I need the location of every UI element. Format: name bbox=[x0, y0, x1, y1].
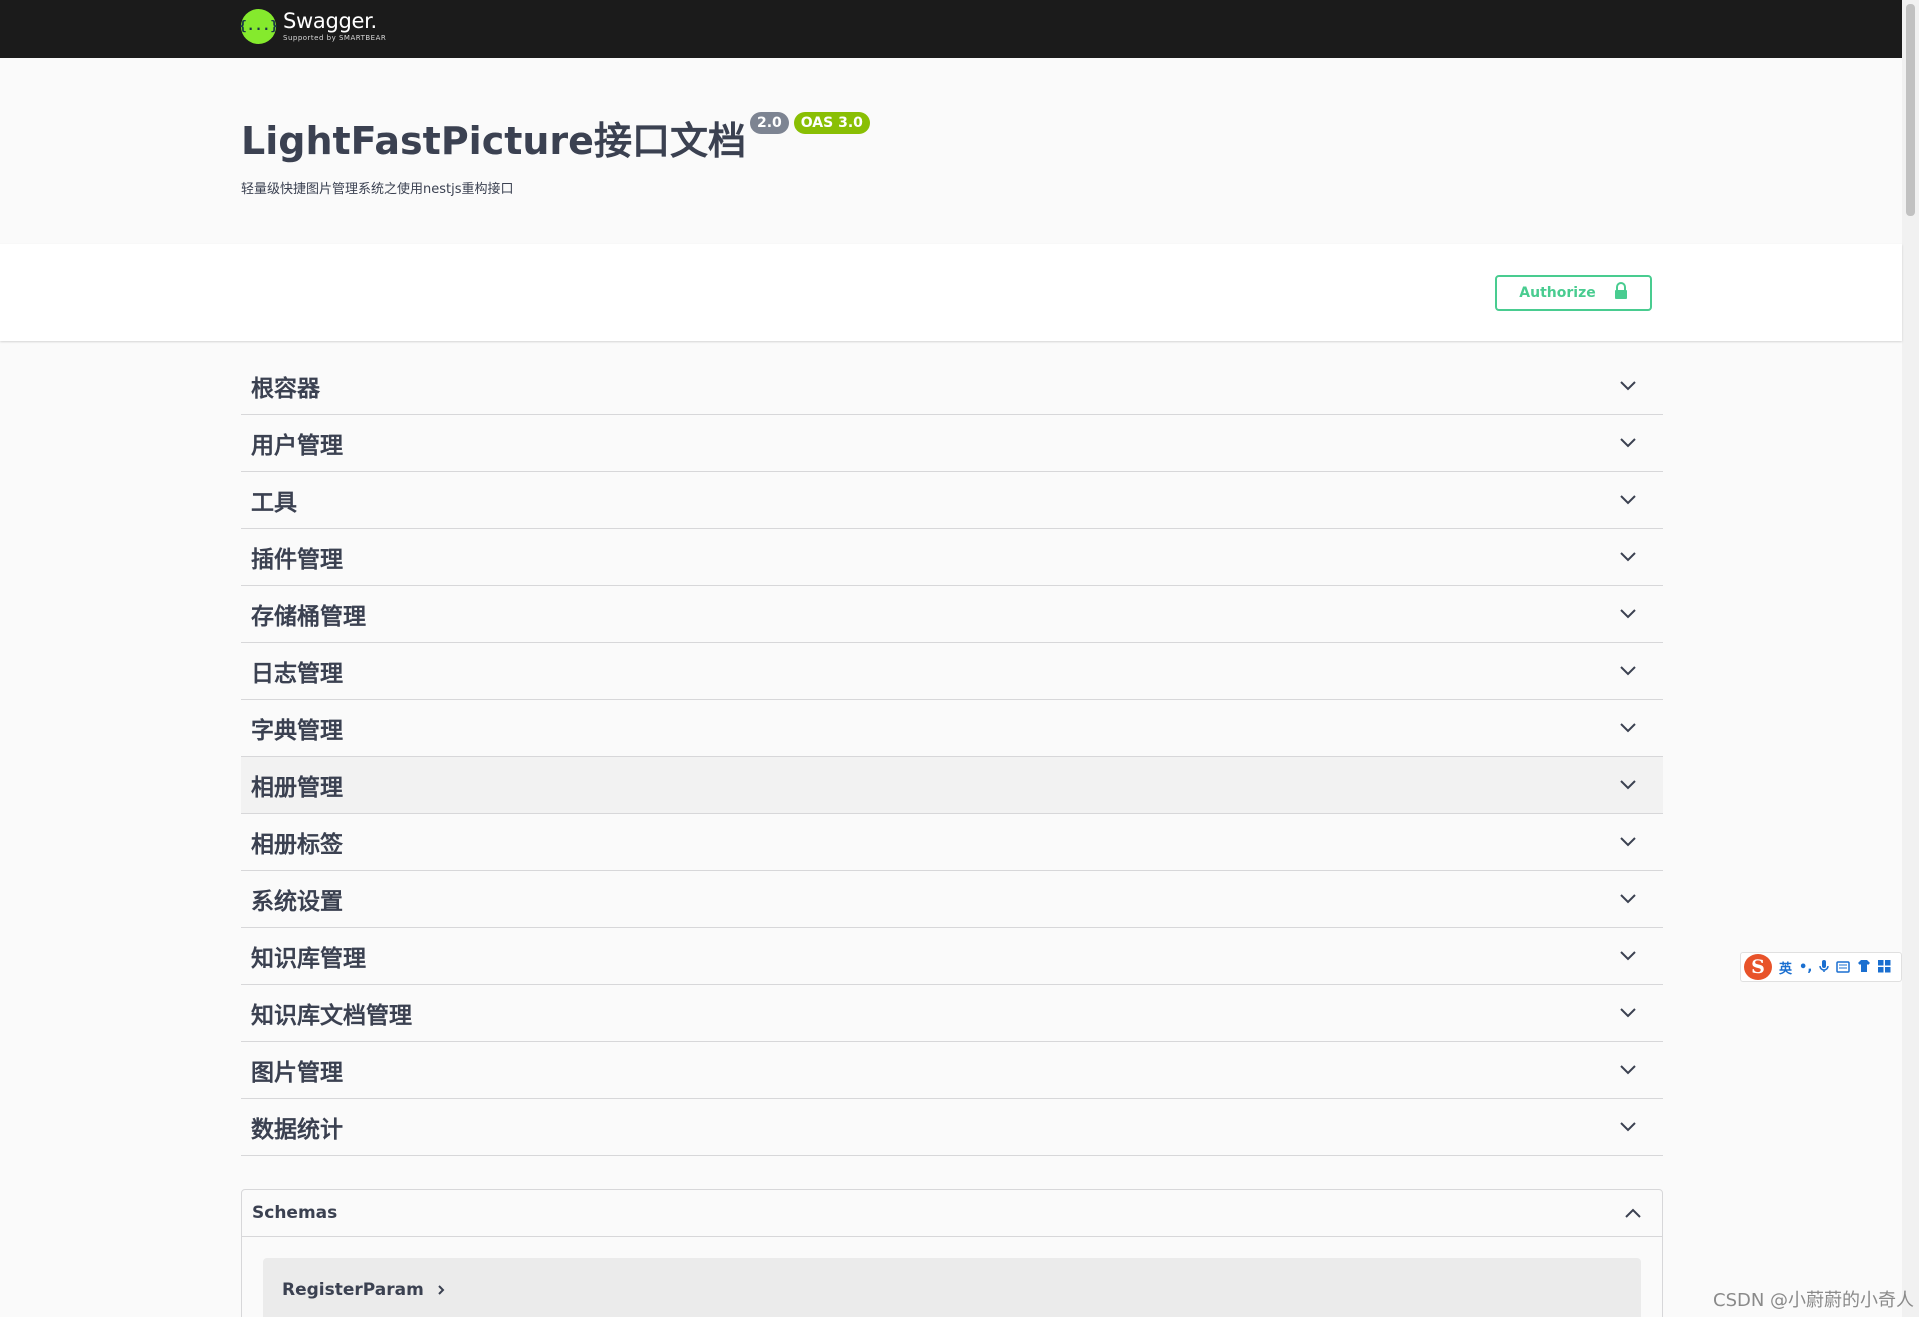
ime-toolbar[interactable]: S 英 •, bbox=[1740, 952, 1902, 982]
swagger-logo-icon: {...} bbox=[239, 9, 278, 44]
chevron-down-icon[interactable] bbox=[1619, 833, 1637, 852]
chevron-down-icon[interactable] bbox=[1619, 377, 1637, 396]
tag-section[interactable]: 相册标签 bbox=[241, 814, 1663, 871]
tag-section[interactable]: 工具 bbox=[241, 472, 1663, 529]
tag-label: 用户管理 bbox=[251, 433, 343, 459]
tag-label: 存储桶管理 bbox=[251, 604, 366, 630]
tag-section[interactable]: 知识库管理 bbox=[241, 928, 1663, 985]
tag-section[interactable]: 数据统计 bbox=[241, 1099, 1663, 1156]
schemas-title: Schemas bbox=[252, 1203, 338, 1223]
skin-icon[interactable] bbox=[1857, 958, 1871, 977]
chevron-down-icon[interactable] bbox=[1619, 1118, 1637, 1137]
logo-name: Swagger. bbox=[283, 9, 377, 33]
version-badge: 2.0 bbox=[749, 112, 789, 134]
schemas-header[interactable]: Schemas bbox=[242, 1190, 1662, 1237]
chevron-down-icon[interactable] bbox=[1619, 434, 1637, 453]
chevron-down-icon[interactable] bbox=[1619, 776, 1637, 795]
swagger-logo[interactable]: {...} Swagger. Supported by SMARTBEAR bbox=[239, 9, 386, 44]
chevron-down-icon[interactable] bbox=[1619, 947, 1637, 966]
keyboard-icon[interactable] bbox=[1836, 958, 1851, 977]
chevron-down-icon[interactable] bbox=[1619, 719, 1637, 738]
tag-section[interactable]: 字典管理 bbox=[241, 700, 1663, 757]
model-name: RegisterParam bbox=[282, 1280, 424, 1300]
tag-label: 图片管理 bbox=[251, 1060, 343, 1086]
chevron-up-icon[interactable] bbox=[1624, 1204, 1642, 1223]
ime-punct-toggle[interactable]: •, bbox=[1799, 960, 1812, 975]
tag-section[interactable]: 相册管理 bbox=[241, 757, 1663, 814]
logo-text: Swagger. Supported by SMARTBEAR bbox=[283, 11, 386, 42]
scrollbar-thumb[interactable] bbox=[1906, 4, 1915, 216]
chevron-down-icon[interactable] bbox=[1619, 1004, 1637, 1023]
tag-section[interactable]: 日志管理 bbox=[241, 643, 1663, 700]
chevron-down-icon[interactable] bbox=[1619, 890, 1637, 909]
chevron-right-icon[interactable] bbox=[436, 1282, 446, 1301]
tag-label: 相册标签 bbox=[251, 832, 343, 858]
tag-label: 插件管理 bbox=[251, 547, 343, 573]
mic-icon[interactable] bbox=[1819, 958, 1830, 977]
tag-label: 相册管理 bbox=[251, 775, 343, 801]
page-title: LightFastPicture接口文档 2.0 OAS 3.0 bbox=[241, 110, 870, 165]
chevron-down-icon[interactable] bbox=[1619, 662, 1637, 681]
tag-section[interactable]: 知识库文档管理 bbox=[241, 985, 1663, 1042]
oas-badge: OAS 3.0 bbox=[793, 112, 870, 134]
tag-label: 根容器 bbox=[251, 376, 320, 402]
tag-label: 日志管理 bbox=[251, 661, 343, 687]
tag-label: 工具 bbox=[251, 490, 297, 516]
tag-list: 根容器用户管理工具插件管理存储桶管理日志管理字典管理相册管理相册标签系统设置知识… bbox=[241, 358, 1663, 1156]
ime-lang-toggle[interactable]: 英 bbox=[1779, 958, 1792, 977]
apps-icon[interactable] bbox=[1878, 958, 1891, 977]
authorize-label: Authorize bbox=[1519, 285, 1596, 301]
model-register-param[interactable]: RegisterParam bbox=[263, 1258, 1641, 1317]
logo-subtitle: Supported by SMARTBEAR bbox=[283, 34, 387, 42]
schemas-section: Schemas RegisterParam bbox=[241, 1189, 1663, 1317]
tag-label: 系统设置 bbox=[251, 889, 343, 915]
lock-icon bbox=[1614, 282, 1628, 304]
topbar: {...} Swagger. Supported by SMARTBEAR bbox=[0, 0, 1902, 58]
csdn-watermark: CSDN @小蔚蔚的小奇人 bbox=[1713, 1290, 1915, 1311]
sogou-logo-icon[interactable]: S bbox=[1744, 954, 1772, 980]
tag-label: 知识库文档管理 bbox=[251, 1003, 412, 1029]
tag-section[interactable]: 根容器 bbox=[241, 358, 1663, 415]
tag-section[interactable]: 图片管理 bbox=[241, 1042, 1663, 1099]
title-text: LightFastPicture接口文档 bbox=[241, 119, 746, 163]
tag-label: 字典管理 bbox=[251, 718, 343, 744]
tag-section[interactable]: 存储桶管理 bbox=[241, 586, 1663, 643]
tag-section[interactable]: 插件管理 bbox=[241, 529, 1663, 586]
info-section: LightFastPicture接口文档 2.0 OAS 3.0 轻量级快捷图片… bbox=[0, 58, 1902, 244]
authorize-button[interactable]: Authorize bbox=[1495, 275, 1652, 311]
tag-label: 数据统计 bbox=[251, 1117, 343, 1143]
page-scrollbar[interactable] bbox=[1902, 0, 1919, 1317]
chevron-down-icon[interactable] bbox=[1619, 548, 1637, 567]
chevron-down-icon[interactable] bbox=[1619, 491, 1637, 510]
chevron-down-icon[interactable] bbox=[1619, 1061, 1637, 1080]
tag-section[interactable]: 用户管理 bbox=[241, 415, 1663, 472]
api-description: 轻量级快捷图片管理系统之使用nestjs重构接口 bbox=[241, 182, 514, 197]
tag-label: 知识库管理 bbox=[251, 946, 366, 972]
chevron-down-icon[interactable] bbox=[1619, 605, 1637, 624]
scheme-container: Authorize bbox=[0, 244, 1902, 341]
tag-section[interactable]: 系统设置 bbox=[241, 871, 1663, 928]
